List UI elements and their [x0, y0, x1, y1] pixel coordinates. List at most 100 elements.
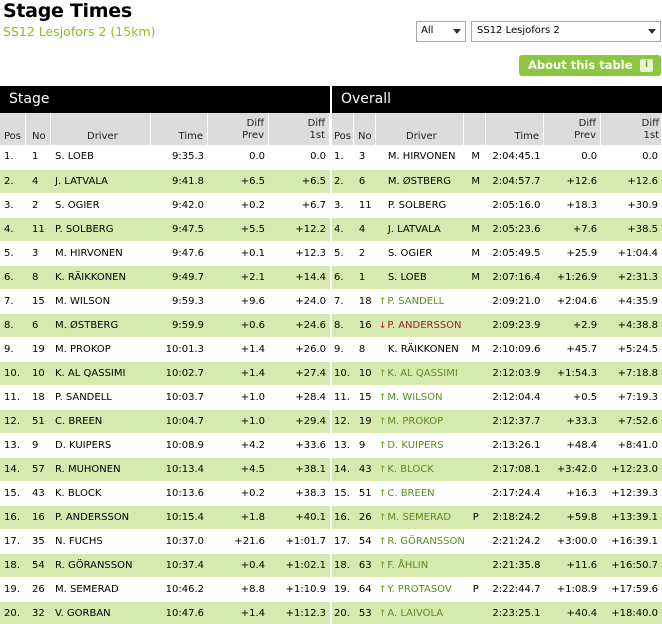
cell-diff-prev: +1.0	[208, 385, 269, 410]
table-row[interactable]: 1. 1 S. LOEB 9:35.3 0.0 0.0	[0, 145, 330, 170]
cell-driver: M. HIRVONEN	[51, 241, 151, 266]
cell-pos: 7.	[332, 289, 354, 314]
col-header-diff-1st[interactable]: Diff 1st	[601, 113, 662, 145]
table-row[interactable]: 8. 16 ↓P. ANDERSSON 2:09:23.9 +2.9 +4:38.8	[332, 313, 662, 338]
col-header-driver[interactable]: Driver	[51, 113, 151, 145]
cell-no: 10	[353, 361, 376, 386]
cell-diff-prev: +1:26.9	[544, 265, 602, 290]
col-header-no[interactable]: No	[26, 113, 51, 145]
table-row[interactable]: 15. 51 ↑C. BREEN 2:17:24.4 +16.3 +12:39.3	[332, 481, 662, 506]
table-row[interactable]: 19. 26 M. SEMERAD 10:46.2 +8.8 +1:10.9	[0, 577, 330, 602]
cell-pos: 16.	[0, 505, 26, 530]
table-row[interactable]: 14. 43 ↑K. BLOCK 2:17:08.1 +3:42.0 +12:23.0	[332, 457, 662, 482]
table-row[interactable]: 18. 54 R. GÖRANSSON 10:37.4 +0.4 +1:02.1	[0, 553, 330, 578]
cell-class	[464, 457, 487, 482]
table-row[interactable]: 11. 15 ↑M. WILSON 2:12:04.4 +0.5 +7:19.3	[332, 385, 662, 410]
table-row[interactable]: 8. 6 M. ØSTBERG 9:59.9 +0.6 +24.6	[0, 313, 330, 338]
table-row[interactable]: 6. 8 K. RÄIKKONEN 9:49.7 +2.1 +14.4	[0, 265, 330, 290]
table-row[interactable]: 4. 11 P. SOLBERG 9:47.5 +5.5 +12.2	[0, 217, 330, 242]
driver-name: Y. PROTASOV	[387, 583, 452, 595]
table-row[interactable]: 16. 16 P. ANDERSSON 10:15.4 +1.8 +40.1	[0, 505, 330, 530]
cell-diff-1st: +17:59.6	[601, 577, 662, 602]
driver-name: M. SEMERAD	[387, 511, 452, 523]
col-header-driver[interactable]: Driver	[376, 113, 464, 145]
table-row[interactable]: 9. 19 M. PROKOP 10:01.3 +1.4 +26.0	[0, 337, 330, 362]
table-row[interactable]: 17. 35 N. FUCHS 10:37.0 +21.6 +1:01.7	[0, 529, 330, 554]
col-header-time[interactable]: Time	[151, 113, 208, 145]
cell-time: 9:59.3	[151, 289, 208, 314]
cell-diff-1st: +12:23.0	[601, 457, 662, 482]
cell-diff-prev: +0.2	[208, 481, 269, 506]
table-row[interactable]: 15. 43 K. BLOCK 10:13.6 +0.2 +38.3	[0, 481, 330, 506]
table-row[interactable]: 14. 57 R. MUHONEN 10:13.4 +4.5 +38.1	[0, 457, 330, 482]
class-filter-select[interactable]: All	[416, 21, 466, 42]
cell-diff-1st: +29.4	[269, 409, 330, 434]
table-row[interactable]: 7. 15 M. WILSON 9:59.3 +9.6 +24.0	[0, 289, 330, 314]
table-row[interactable]: 11. 18 P. SANDELL 10:03.7 +1.0 +28.4	[0, 385, 330, 410]
cell-pos: 13.	[0, 433, 26, 458]
cell-time: 9:47.6	[151, 241, 208, 266]
cell-diff-1st: +6.7	[269, 193, 330, 218]
cell-class: P	[464, 505, 487, 530]
table-row[interactable]: 16. 26 ↑M. SEMERAD P 2:18:24.2 +59.8 +13:39.1	[332, 505, 662, 530]
cell-pos: 17.	[332, 529, 354, 554]
table-row[interactable]: 13. 9 ↑D. KUIPERS 2:13:26.1 +48.4 +8:41.0	[332, 433, 662, 458]
cell-diff-1st: +13:39.1	[601, 505, 662, 530]
table-row[interactable]: 5. 2 S. OGIER M 2:05:49.5 +25.9 +1:04.4	[332, 241, 662, 266]
cell-pos: 1.	[332, 145, 354, 170]
table-row[interactable]: 2. 6 M. ØSTBERG M 2:04:57.7 +12.6 +12.6	[332, 169, 662, 194]
cell-driver: M. SEMERAD	[51, 577, 151, 602]
table-row[interactable]: 20. 32 V. GORBAN 10:47.6 +1.4 +1:12.3	[0, 601, 330, 624]
cell-diff-1st: +33.6	[269, 433, 330, 458]
table-row[interactable]: 2. 4 J. LATVALA 9:41.8 +6.5 +6.5	[0, 169, 330, 194]
table-row[interactable]: 1. 3 M. HIRVONEN M 2:04:45.1 0.0 0.0	[332, 145, 662, 170]
col-header-diff-prev[interactable]: Diff Prev	[208, 113, 269, 145]
cell-driver: R. MUHONEN	[51, 457, 151, 482]
driver-name: K. BLOCK	[387, 463, 434, 475]
cell-diff-1st: +1:02.1	[269, 553, 330, 578]
col-header-no[interactable]: No	[354, 113, 376, 145]
table-row[interactable]: 9. 8 K. RÄIKKONEN M 2:10:09.6 +45.7 +5:24.5	[332, 337, 662, 362]
driver-name: A. LAIVOLA	[387, 607, 444, 619]
table-row[interactable]: 10. 10 ↑K. AL QASSIMI 2:12:03.9 +1:54.3 +7:18…	[332, 361, 662, 386]
cell-driver: K. BLOCK	[51, 481, 151, 506]
table-row[interactable]: 18. 63 ↑F. ÅHLIN 2:21:35.8 +11.6 +16:50.7	[332, 553, 662, 578]
cell-diff-1st: +18:40.0	[601, 601, 662, 624]
cell-diff-prev: +8.8	[208, 577, 269, 602]
cell-driver: ↑M. PROKOP	[375, 409, 465, 434]
table-row[interactable]: 19. 64 ↑Y. PROTASOV P 2:22:44.7 +1:08.9 +17:59…	[332, 577, 662, 602]
cell-diff-1st: +7:18.8	[601, 361, 662, 386]
cell-diff-1st: +2:31.3	[601, 265, 662, 290]
col-header-diff-1st[interactable]: Diff 1st	[269, 113, 330, 145]
table-row[interactable]: 6. 1 S. LOEB M 2:07:16.4 +1:26.9 +2:31.3	[332, 265, 662, 290]
table-row[interactable]: 20. 53 ↑A. LAIVOLA 2:23:25.1 +40.4 +18:40.0	[332, 601, 662, 624]
table-row[interactable]: 12. 19 ↑M. PROKOP 2:12:37.7 +33.3 +7:52.6	[332, 409, 662, 434]
table-row[interactable]: 12. 51 C. BREEN 10:04.7 +1.0 +29.4	[0, 409, 330, 434]
table-row[interactable]: 4. 4 J. LATVALA M 2:05:23.6 +7.6 +38.5	[332, 217, 662, 242]
cell-driver: D. KUIPERS	[51, 433, 151, 458]
col-header-pos[interactable]: Pos	[332, 113, 354, 145]
cell-no: 51	[26, 409, 51, 434]
table-row[interactable]: 7. 18 ↑P. SANDELL 2:09:21.0 +2:04.6 +4:35.9	[332, 289, 662, 314]
table-row[interactable]: 5. 3 M. HIRVONEN 9:47.6 +0.1 +12.3	[0, 241, 330, 266]
cell-diff-1st: +6.5	[269, 169, 330, 194]
cell-pos: 5.	[332, 241, 354, 266]
cell-time: 2:05:16.0	[486, 193, 545, 218]
col-header-diff-prev[interactable]: Diff Prev	[544, 113, 601, 145]
cell-no: 8	[353, 337, 376, 362]
table-row[interactable]: 10. 10 K. AL QASSIMI 10:02.7 +1.4 +27.4	[0, 361, 330, 386]
stage-select-value: SS12 Lesjofors 2	[477, 25, 560, 36]
table-row[interactable]: 13. 9 D. KUIPERS 10:08.9 +4.2 +33.6	[0, 433, 330, 458]
cell-time: 10:47.6	[151, 601, 208, 624]
table-row[interactable]: 3. 2 S. OGIER 9:42.0 +0.2 +6.7	[0, 193, 330, 218]
driver-name: F. ÅHLIN	[387, 559, 429, 571]
table-row[interactable]: 3. 11 P. SOLBERG 2:05:16.0 +18.3 +30.9	[332, 193, 662, 218]
about-table-button[interactable]: About this table i	[519, 55, 661, 76]
col-header-class[interactable]	[464, 113, 486, 145]
col-header-time[interactable]: Time	[486, 113, 544, 145]
table-row[interactable]: 17. 54 ↑R. GÖRANSSON 2:21:24.2 +3:00.0 +16:39…	[332, 529, 662, 554]
stage-select[interactable]: SS12 Lesjofors 2	[471, 21, 661, 42]
cell-diff-1st: +24.0	[269, 289, 330, 314]
cell-diff-prev: +0.5	[544, 385, 602, 410]
col-header-pos[interactable]: Pos	[0, 113, 26, 145]
